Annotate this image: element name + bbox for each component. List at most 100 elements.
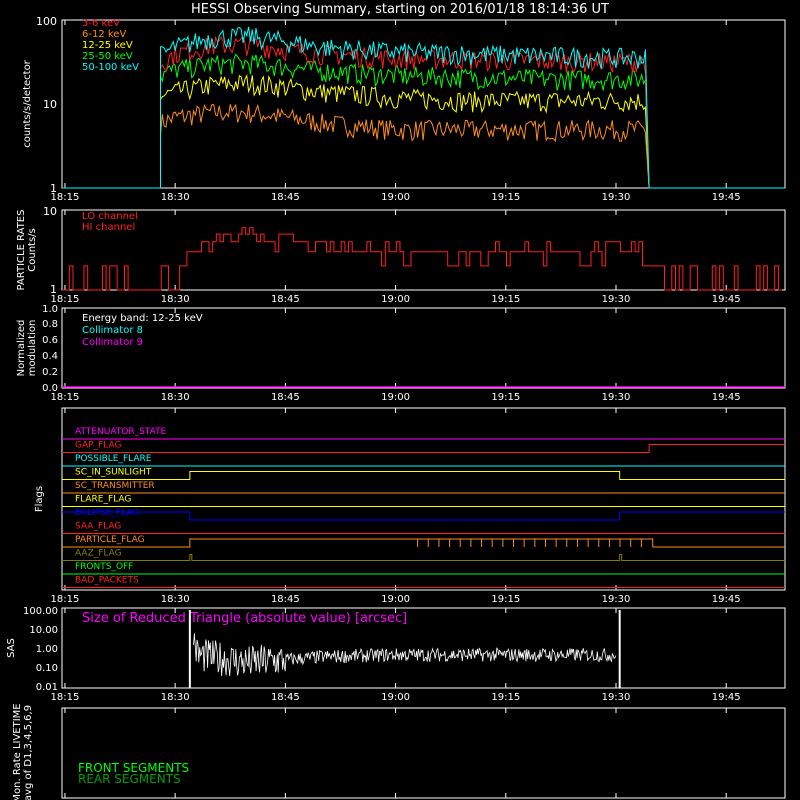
x-tick-label: 18:45 [271, 594, 300, 605]
flag-label: ATTENUATOR_STATE [75, 427, 167, 437]
x-tick-label: 18:15 [51, 594, 80, 605]
modulation-ylabel-1: Normalized [16, 320, 27, 377]
x-tick-label: 19:15 [491, 192, 520, 203]
axis-ticks-layer: 18:15 18:30 18:45 19:00 19:15 19:30 19:45 18:15… [51, 20, 741, 798]
flag-line [62, 511, 785, 521]
particle-ylabel-1: PARTICLE RATES [16, 210, 27, 291]
flag-line [62, 554, 785, 561]
counts-ytick-label: 10 [43, 98, 57, 111]
flag-label: FLARE_FLAG [75, 495, 131, 505]
x-tick-label: 18:30 [161, 192, 190, 203]
x-tick-label: 19:00 [381, 192, 410, 203]
modulation-ytick-label: 0.2 [42, 367, 58, 378]
modulation-ylabel-2: modulation [27, 320, 38, 377]
legend-rear-segments: REAR SEGMENTS [78, 772, 181, 786]
sas-ylabel: SAS [6, 638, 17, 658]
x-tick-label: 19:30 [602, 594, 631, 605]
x-tick-label: 19:15 [491, 294, 520, 305]
modulation-ytick-label: 0.4 [42, 351, 58, 362]
sas-title: Size of Reduced Triangle (absolute value… [82, 611, 407, 626]
counts-series-line [62, 103, 785, 189]
flag-label: ECLIPSE_FLAG [75, 508, 139, 518]
flag-line [62, 471, 785, 480]
flag-label: GAP_FLAG [75, 441, 121, 451]
legend-50-100-kev: 50-100 keV [82, 62, 139, 73]
x-tick-label: 19:15 [491, 392, 520, 403]
livetime-ylabel-1: Mon. Rate LIVETIME [12, 703, 23, 800]
counts-ytick-label: 100 [36, 15, 57, 28]
counts-series-line [62, 35, 785, 189]
flag-label: POSSIBLE_FLARE [75, 454, 152, 464]
x-tick-label: 19:15 [491, 692, 520, 703]
x-tick-label: 18:15 [51, 692, 80, 703]
hessi-summary-figure: HESSI Observing Summary, starting on 201… [6, 2, 786, 800]
particle-series-line [62, 227, 783, 291]
modulation-ytick-label: 0.8 [42, 319, 58, 330]
counts-panel-frame [61, 19, 786, 189]
counts-ylabel: counts/s/detector [22, 59, 33, 147]
flag-label: PARTICLE_FLAG [75, 535, 145, 545]
x-tick-label: 19:15 [491, 594, 520, 605]
legend-hi-channel: HI channel [82, 222, 135, 233]
legend-12-25-kev: 12-25 keV [82, 40, 133, 51]
legend-3-6-kev: 3-6 keV [82, 18, 120, 29]
x-tick-label: 18:30 [161, 294, 190, 305]
flag-label: FRONTS_OFF [75, 562, 133, 572]
x-tick-label: 19:00 [381, 392, 410, 403]
sas-ytick-label: 100.00 [23, 606, 58, 617]
x-tick-label: 18:15 [51, 392, 80, 403]
livetime-ylabel-2: avg of D1,3,4,5,6,9 [23, 705, 34, 800]
x-tick-label: 19:30 [602, 692, 631, 703]
flags-layer: ATTENUATOR_STATE GAP_FLAG POSSIBLE_FLARE SC… [62, 427, 785, 588]
flag-label: SAA_FLAG [75, 522, 121, 532]
x-tick-label: 18:30 [161, 594, 190, 605]
legend-25-50-kev: 25-50 keV [82, 51, 133, 62]
x-tick-label: 18:45 [271, 192, 300, 203]
legend-lo-channel: LO channel [82, 211, 138, 222]
x-tick-label: 18:30 [161, 692, 190, 703]
sas-ytick-label: 0.10 [36, 663, 58, 674]
x-tick-label: 18:15 [51, 294, 80, 305]
particle-series-layer [62, 227, 783, 291]
x-tick-label: 18:45 [271, 294, 300, 305]
legend-energy-band: Energy band: 12-25 keV [82, 313, 203, 324]
x-tick-label: 19:30 [602, 392, 631, 403]
x-tick-label: 19:45 [712, 692, 741, 703]
particle-ylabel-2: Counts/s [27, 228, 38, 272]
flag-line [62, 538, 785, 548]
counts-series-layer [62, 26, 785, 189]
sas-ytick-label: 10.00 [29, 625, 58, 636]
particle-panel-frame [61, 209, 786, 291]
legend-6-12-kev: 6-12 keV [82, 29, 126, 40]
x-tick-label: 18:30 [161, 392, 190, 403]
x-tick-label: 19:30 [602, 294, 631, 305]
particle-ytick-label: 10 [43, 205, 57, 218]
x-tick-label: 19:45 [712, 192, 741, 203]
flag-label: AAZ_FLAG [75, 549, 122, 559]
flag-label: SC_TRANSMITTER [75, 481, 155, 491]
figure-title: HESSI Observing Summary, starting on 201… [191, 2, 609, 17]
x-tick-label: 19:45 [712, 594, 741, 605]
counts-series-line [62, 26, 785, 189]
x-tick-label: 18:15 [51, 192, 80, 203]
x-tick-label: 19:45 [712, 294, 741, 305]
x-tick-label: 19:00 [381, 594, 410, 605]
x-tick-label: 19:00 [381, 294, 410, 305]
sas-series-line [193, 633, 617, 677]
x-tick-label: 18:45 [271, 392, 300, 403]
flags-ylabel: Flags [34, 486, 45, 512]
x-tick-label: 18:45 [271, 692, 300, 703]
flag-label: BAD_PACKETS [75, 576, 139, 586]
legend-collimator-8: Collimator 8 [82, 325, 143, 336]
x-tick-label: 19:45 [712, 392, 741, 403]
counts-series-line [62, 53, 785, 189]
x-tick-label: 19:00 [381, 692, 410, 703]
modulation-ytick-label: 0.6 [42, 335, 58, 346]
flags-panel-frame [61, 407, 786, 591]
sas-ytick-label: 1.00 [36, 644, 58, 655]
flag-label: SC_IN_SUNLIGHT [75, 468, 152, 478]
legend-collimator-9: Collimator 9 [82, 337, 143, 348]
flag-line [62, 444, 785, 453]
modulation-ytick-label: 1.0 [42, 304, 58, 315]
x-tick-label: 19:30 [602, 192, 631, 203]
